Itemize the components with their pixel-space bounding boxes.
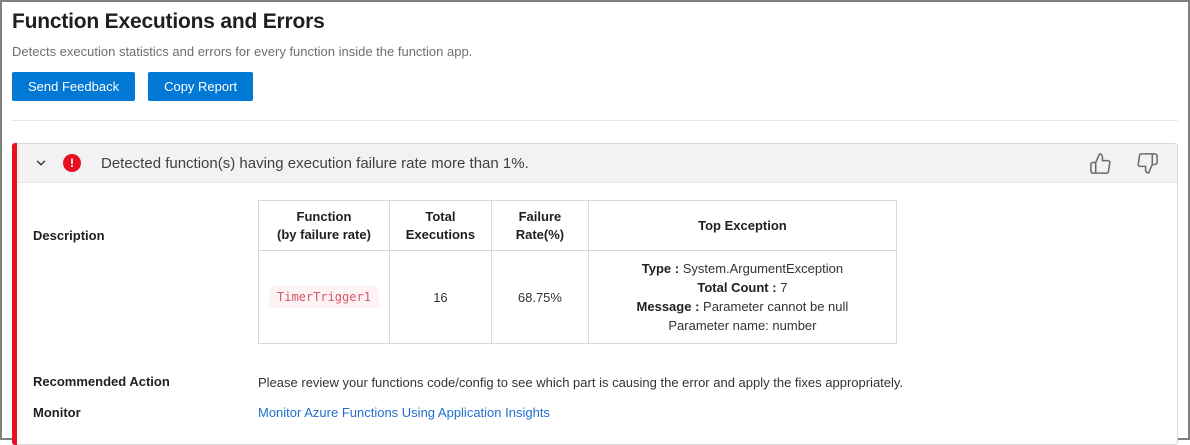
column-header-top-exception: Top Exception — [588, 201, 896, 251]
monitor-section: Monitor Monitor Azure Functions Using Ap… — [33, 405, 1157, 420]
recommended-action-text: Please review your functions code/config… — [258, 374, 903, 390]
chevron-down-icon[interactable] — [34, 156, 48, 170]
exception-message-line: Message : Parameter cannot be null — [599, 297, 886, 316]
severity-accent-bar — [12, 143, 17, 445]
description-label: Description — [33, 200, 258, 344]
insight-card: ! Detected function(s) having execution … — [12, 143, 1178, 445]
description-section: Description Function (by failure rate) T… — [33, 200, 1157, 344]
failure-table: Function (by failure rate) Total Executi… — [258, 200, 897, 344]
copy-report-button[interactable]: Copy Report — [148, 72, 253, 101]
exception-type-line: Type : System.ArgumentException — [599, 259, 886, 278]
recommended-action-section: Recommended Action Please review your fu… — [33, 374, 1157, 390]
top-exception-cell: Type : System.ArgumentException Total Co… — [588, 251, 896, 344]
section-divider — [12, 120, 1178, 121]
button-row: Send Feedback Copy Report — [12, 72, 1178, 101]
page-header: Function Executions and Errors Detects e… — [12, 10, 1178, 101]
failure-rate-cell: 68.75% — [491, 251, 588, 344]
page-subtitle: Detects execution statistics and errors … — [12, 44, 1178, 59]
column-header-total-executions: Total Executions — [389, 201, 491, 251]
total-executions-cell: 16 — [389, 251, 491, 344]
insight-body: Description Function (by failure rate) T… — [13, 183, 1177, 444]
page: Function Executions and Errors Detects e… — [2, 2, 1188, 445]
error-icon: ! — [63, 154, 81, 172]
insight-banner[interactable]: ! Detected function(s) having execution … — [13, 144, 1177, 183]
column-header-failure-rate: Failure Rate(%) — [491, 201, 588, 251]
insight-banner-text: Detected function(s) having execution fa… — [101, 155, 529, 172]
exception-message-extra-line: Parameter name: number — [599, 316, 886, 335]
exception-count-line: Total Count : 7 — [599, 278, 886, 297]
table-row: TimerTrigger1 16 68.75% Type : System.Ar… — [259, 251, 897, 344]
thumbs-down-icon[interactable] — [1136, 152, 1159, 175]
table-header-row: Function (by failure rate) Total Executi… — [259, 201, 897, 251]
thumbs-up-icon[interactable] — [1089, 152, 1112, 175]
function-cell: TimerTrigger1 — [259, 251, 390, 344]
column-header-function: Function (by failure rate) — [259, 201, 390, 251]
monitor-label: Monitor — [33, 405, 258, 420]
recommended-action-label: Recommended Action — [33, 374, 258, 390]
send-feedback-button[interactable]: Send Feedback — [12, 72, 135, 101]
function-name-badge: TimerTrigger1 — [269, 286, 379, 308]
monitor-link[interactable]: Monitor Azure Functions Using Applicatio… — [258, 405, 550, 420]
page-title: Function Executions and Errors — [12, 10, 1178, 34]
